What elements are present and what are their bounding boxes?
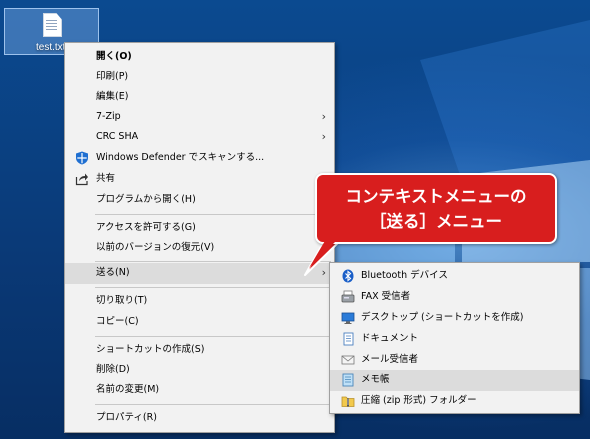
callout-pointer-fill [309, 234, 343, 268]
